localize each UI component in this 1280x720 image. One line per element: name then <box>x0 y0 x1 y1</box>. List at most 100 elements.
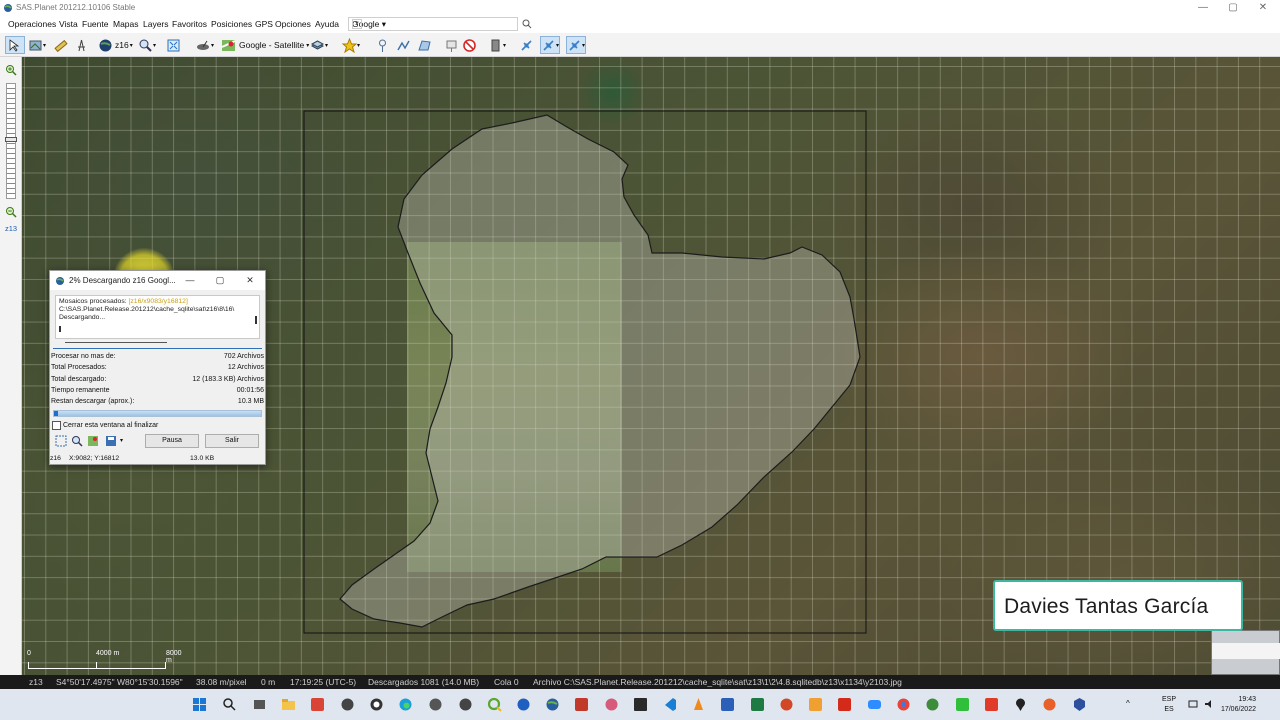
satellite-layer-button[interactable]: ▾ <box>196 36 214 54</box>
save-icon[interactable] <box>105 435 117 447</box>
tray-chevron-icon[interactable]: ^ <box>1126 699 1130 708</box>
app-icon[interactable] <box>428 697 443 712</box>
close-on-finish-checkbox[interactable] <box>52 421 61 430</box>
map-view-icon[interactable] <box>87 435 99 447</box>
fullscreen-button[interactable] <box>166 36 181 54</box>
qgis-icon[interactable] <box>487 697 502 712</box>
markers-button[interactable] <box>444 36 459 54</box>
system-clock[interactable]: 19:43 17/06/2022 <box>1221 695 1256 715</box>
path-button[interactable] <box>396 36 411 54</box>
menu-ayuda[interactable]: Ayuda <box>315 19 339 29</box>
pause-button[interactable]: Pausa <box>145 434 199 448</box>
language-indicator[interactable]: ESP ES <box>1162 695 1176 715</box>
app-icon[interactable] <box>310 697 325 712</box>
window-title-bar: SAS.Planet 201212.10106 Stable — ▢ ✕ <box>0 0 1280 16</box>
satellite-icon <box>521 39 532 51</box>
map-source-select[interactable]: Google - Satellite ▾ <box>221 36 309 54</box>
layers-button[interactable]: ▾ <box>310 36 328 54</box>
app-icon[interactable] <box>808 697 823 712</box>
volume-icon[interactable] <box>1204 699 1214 709</box>
zoom-sidebar: z13 <box>0 57 22 688</box>
search-icon[interactable] <box>522 19 532 29</box>
placemark-button[interactable] <box>375 36 390 54</box>
dialog-maximize-button[interactable]: ▢ <box>210 274 230 287</box>
download-log[interactable]: Mosaicos procesados: [z16/x9083/y16812] … <box>55 295 260 339</box>
chrome-icon[interactable] <box>896 697 911 712</box>
app-icon[interactable] <box>340 697 355 712</box>
app-icon[interactable] <box>1042 697 1057 712</box>
log-scrollbar[interactable] <box>255 316 257 324</box>
sasplanet-icon[interactable] <box>545 697 560 712</box>
gps-device-button[interactable]: ▾ <box>488 36 506 54</box>
zoom-app-icon[interactable] <box>867 697 882 712</box>
app-icon[interactable] <box>604 697 619 712</box>
mini-map[interactable] <box>1211 630 1280 675</box>
minimize-button[interactable]: — <box>1188 1 1218 14</box>
selection-tool-button[interactable]: ▾ <box>28 36 46 54</box>
file-explorer-icon[interactable] <box>281 697 296 712</box>
maps-pin-icon[interactable] <box>1013 697 1028 712</box>
taskbar-search-icon[interactable] <box>222 697 237 712</box>
exit-button[interactable]: Salir <box>205 434 259 448</box>
polygon-button[interactable] <box>417 36 432 54</box>
favorites-button[interactable]: ▾ <box>342 36 360 54</box>
app-icon[interactable] <box>633 697 648 712</box>
menu-layers[interactable]: Layers <box>143 19 169 29</box>
edge-browser-icon[interactable] <box>398 697 413 712</box>
app-icon[interactable] <box>369 697 384 712</box>
menu-fuente[interactable]: Fuente <box>82 19 108 29</box>
map-source-label: Google - Satellite <box>239 40 305 50</box>
vlc-icon[interactable] <box>691 697 706 712</box>
zoom-slider[interactable] <box>5 83 17 199</box>
dialog-close-button[interactable]: ✕ <box>240 274 260 287</box>
gps-track-button[interactable] <box>519 36 534 54</box>
ruler-button[interactable] <box>53 36 68 54</box>
maximize-button[interactable]: ▢ <box>1218 1 1248 14</box>
menu-favoritos[interactable]: Favoritos <box>172 19 207 29</box>
status-file-path: Archivo C:\SAS.Planet.Release.201212\cac… <box>533 677 902 687</box>
app-icon[interactable] <box>1072 697 1087 712</box>
app-icon[interactable] <box>458 697 473 712</box>
zoom-in-icon[interactable] <box>5 64 17 76</box>
acrobat-icon[interactable] <box>837 697 852 712</box>
task-view-icon[interactable] <box>252 697 267 712</box>
stat-label: Restan descargar (aprox.): <box>51 398 135 405</box>
language-top: ESP <box>1162 696 1177 703</box>
excel-icon[interactable] <box>750 697 765 712</box>
menu-operaciones[interactable]: Operaciones <box>8 19 56 29</box>
close-button[interactable]: ✕ <box>1248 1 1278 14</box>
map-selection-icon <box>29 40 42 50</box>
app-icon[interactable] <box>955 697 970 712</box>
menu-vista[interactable]: Vista <box>59 19 78 29</box>
zoom-tool-button[interactable]: ▾ <box>138 36 156 54</box>
save-dropdown-chevron-icon[interactable]: ▾ <box>120 437 123 444</box>
app-icon[interactable] <box>574 697 589 712</box>
zoom-slider-thumb[interactable] <box>5 137 17 142</box>
zoom-to-area-icon[interactable] <box>71 435 83 447</box>
powerpoint-icon[interactable] <box>779 697 794 712</box>
menu-opciones[interactable]: Opciones <box>275 19 311 29</box>
select-cursor-button[interactable] <box>5 36 25 54</box>
windows-start-icon[interactable] <box>192 697 207 712</box>
compass-button[interactable] <box>74 36 89 54</box>
select-area-icon[interactable] <box>55 435 67 447</box>
hide-markers-button[interactable] <box>462 36 477 54</box>
app-icon[interactable] <box>516 697 531 712</box>
gps-center-button[interactable]: ▾ <box>566 36 587 54</box>
menu-mapas[interactable]: Mapas <box>113 19 139 29</box>
clock-date: 17/06/2022 <box>1220 706 1256 713</box>
app-icon[interactable] <box>984 697 999 712</box>
dialog-minimize-button[interactable]: — <box>180 274 200 287</box>
vscode-icon[interactable] <box>662 697 677 712</box>
menu-gps[interactable]: GPS <box>255 19 273 29</box>
app-icon[interactable] <box>925 697 940 712</box>
menu-posiciones[interactable]: Posiciones <box>211 19 252 29</box>
zoom-select[interactable]: z16 ▾ <box>98 36 133 54</box>
search-dropdown-chevron-icon[interactable]: ▼ <box>352 19 362 29</box>
window-title: SAS.Planet 201212.10106 Stable <box>16 3 136 12</box>
search-box[interactable]: Google ▾ ▼ <box>348 17 518 31</box>
network-icon[interactable] <box>1188 699 1198 709</box>
zoom-out-icon[interactable] <box>5 206 17 218</box>
gps-follow-button[interactable]: ▾ <box>540 36 561 54</box>
word-icon[interactable] <box>720 697 735 712</box>
